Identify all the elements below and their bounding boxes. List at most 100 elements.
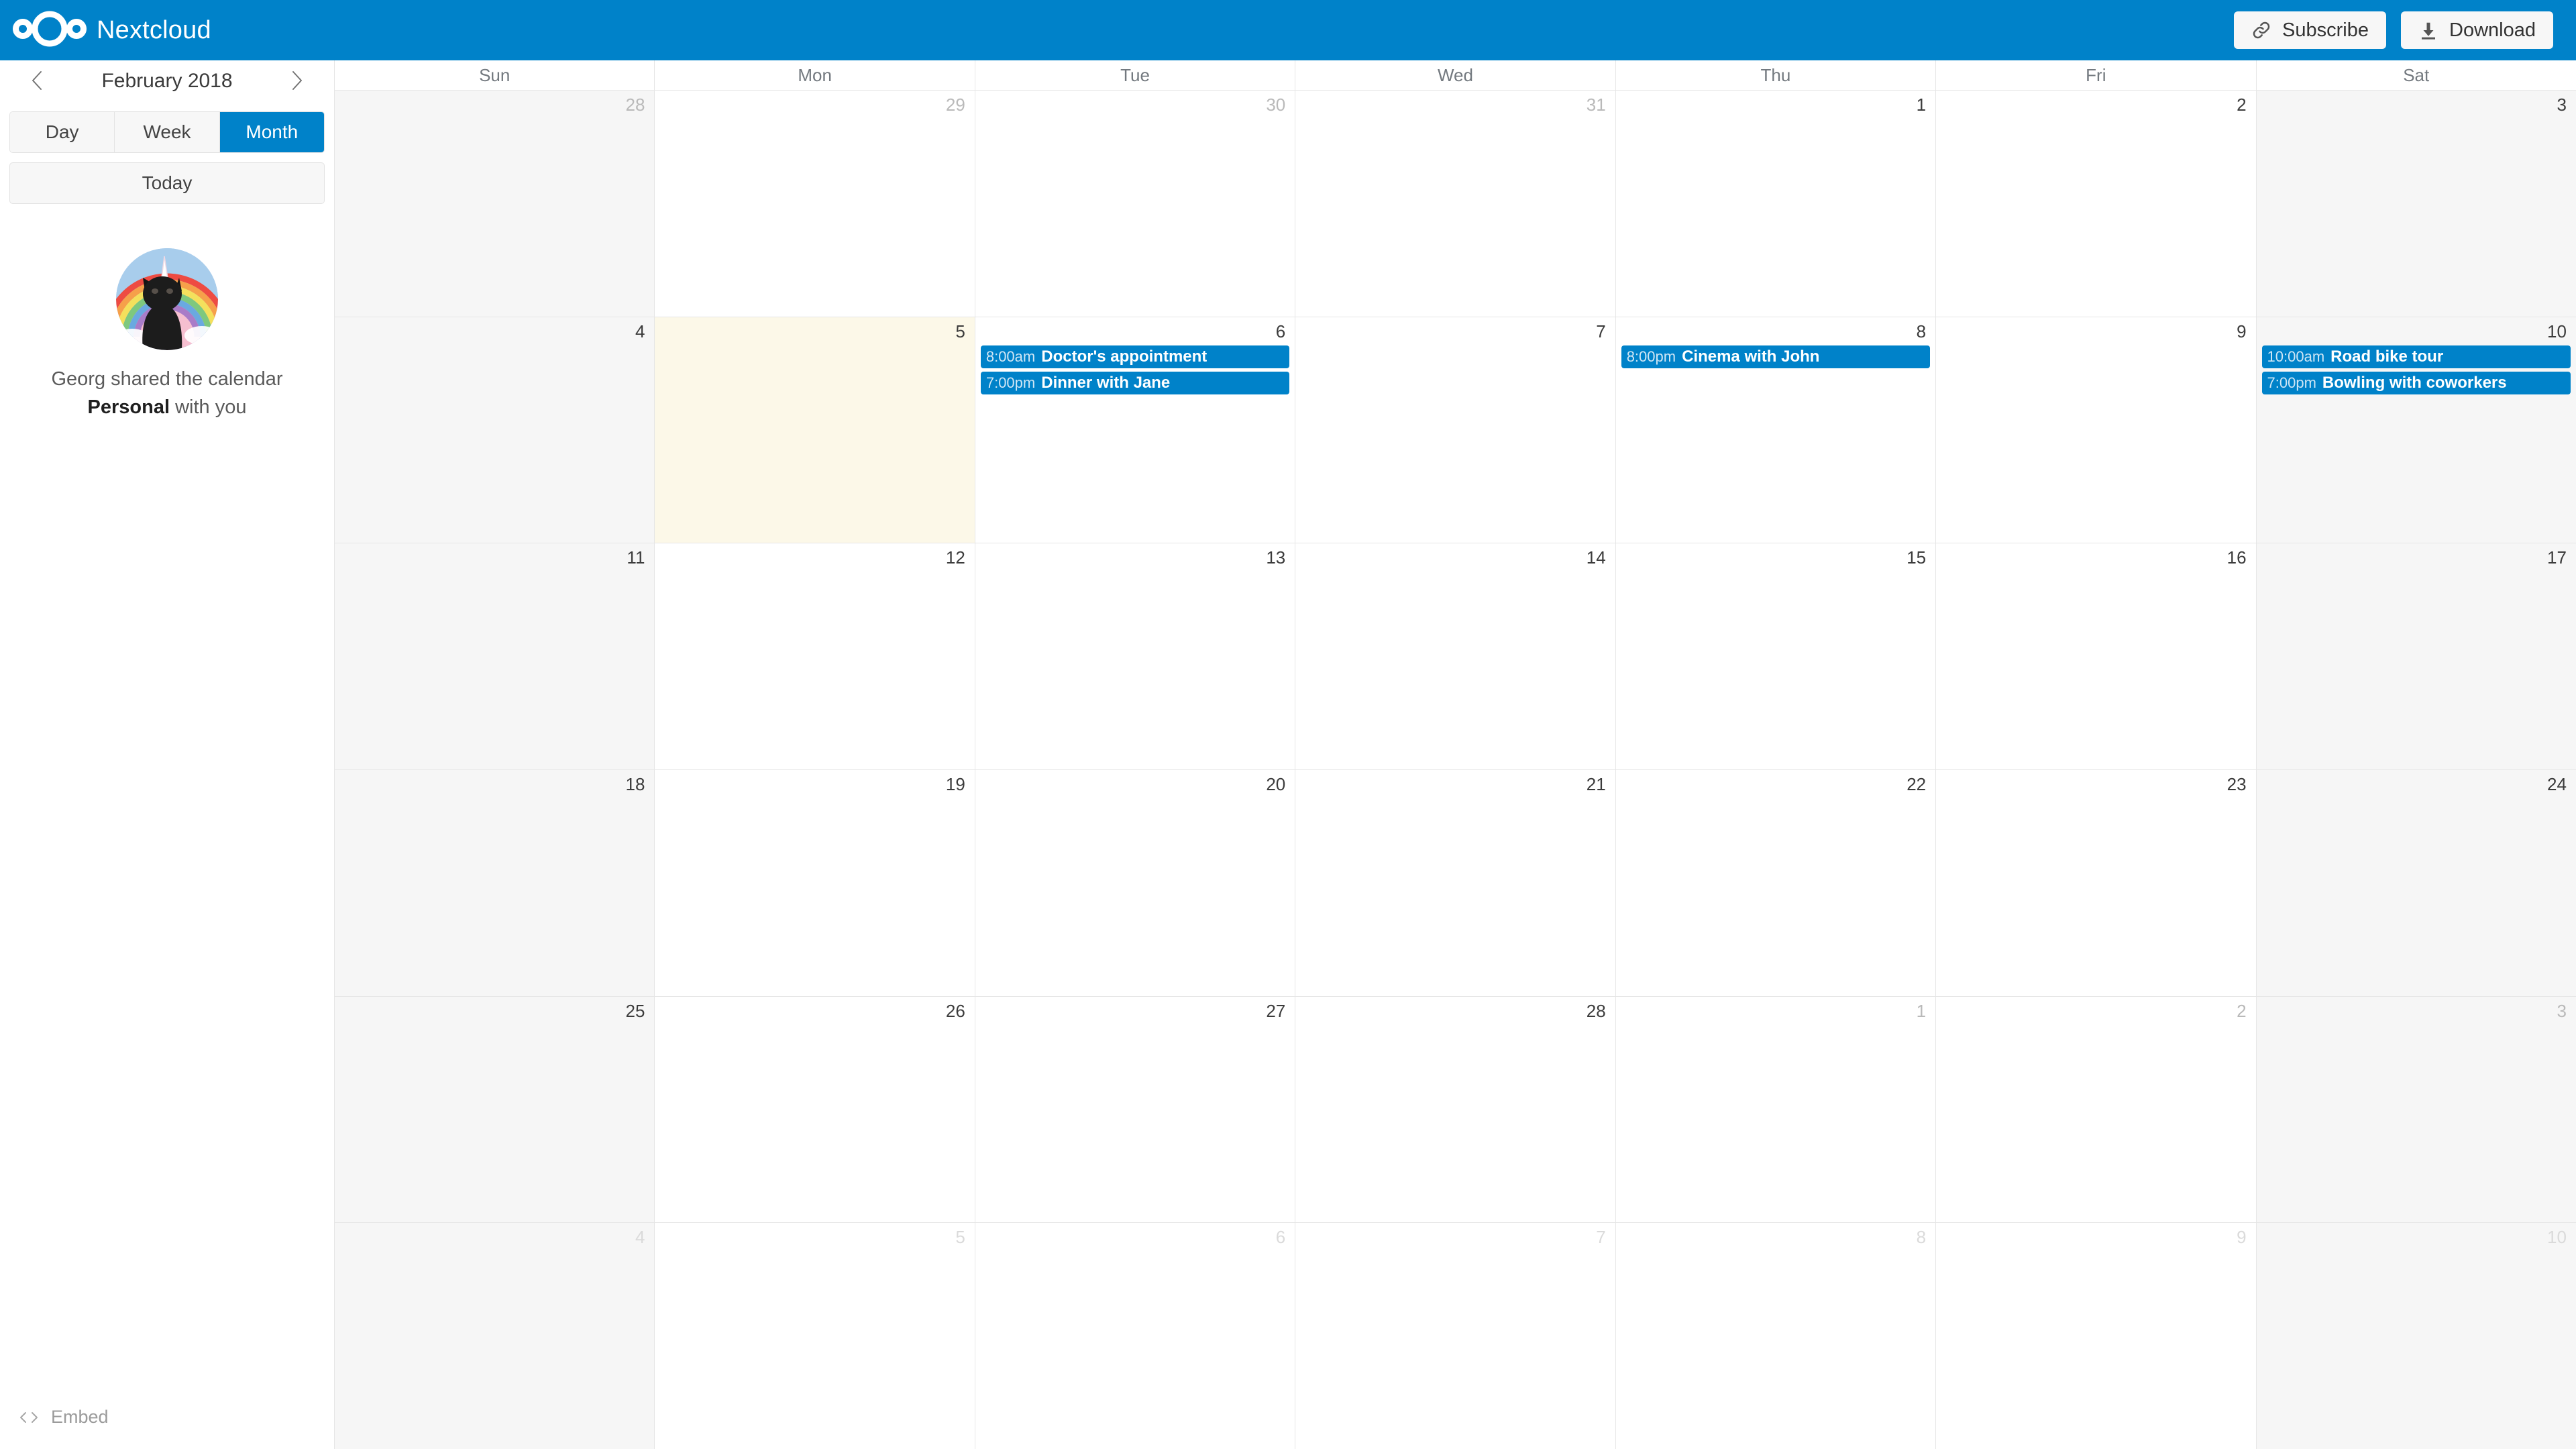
calendar-week-row: 18 19 20 21 22 23 24 xyxy=(335,770,2576,997)
event-title: Doctor's appointment xyxy=(1041,347,1208,366)
day-number: 20 xyxy=(1266,774,1286,795)
embed-link[interactable]: Embed xyxy=(19,1407,109,1428)
day-number: 1 xyxy=(1916,95,1927,115)
day-cell[interactable]: 8 8:00pm Cinema with John xyxy=(1615,317,1937,543)
day-cell[interactable]: 27 xyxy=(975,996,1296,1223)
day-cell[interactable]: 22 xyxy=(1615,770,1937,996)
event-time: 8:00am xyxy=(985,347,1036,365)
calendar-event[interactable]: 10:00am Road bike tour xyxy=(2261,345,2571,368)
day-cell[interactable]: 10 xyxy=(2256,1223,2576,1449)
view-switcher: Day Week Month xyxy=(9,111,325,153)
view-button-month[interactable]: Month xyxy=(219,112,324,152)
day-cell[interactable]: 3 xyxy=(2256,996,2576,1223)
day-cell[interactable]: 23 xyxy=(1936,770,2257,996)
day-cell[interactable]: 18 xyxy=(335,770,655,996)
day-cell[interactable]: 5 xyxy=(655,1223,975,1449)
calendar-week-row: 28 29 30 31 1 2 3 xyxy=(335,91,2576,317)
day-number: 2 xyxy=(2237,95,2247,115)
day-cell[interactable]: 13 xyxy=(975,543,1296,770)
day-number: 25 xyxy=(625,1000,645,1021)
day-cell[interactable]: 19 xyxy=(655,770,975,996)
brand-home-link[interactable]: Nextcloud xyxy=(0,0,211,60)
day-cell[interactable]: 9 xyxy=(1936,317,2257,543)
day-cell[interactable]: 28 xyxy=(1295,996,1616,1223)
day-cell[interactable]: 6 8:00am Doctor's appointment 7:00pm Dinner … xyxy=(975,317,1296,543)
day-cell[interactable]: 17 xyxy=(2256,543,2576,770)
share-message-suffix: with you xyxy=(175,396,247,418)
subscribe-button-label: Subscribe xyxy=(2282,19,2369,41)
app-header: Nextcloud Subscribe Download xyxy=(0,0,2576,60)
day-number: 6 xyxy=(1275,321,1286,341)
day-cell[interactable]: 7 xyxy=(1295,1223,1616,1449)
day-cell[interactable]: 12 xyxy=(655,543,975,770)
today-button[interactable]: Today xyxy=(9,162,325,204)
day-number: 12 xyxy=(945,547,965,568)
day-number: 15 xyxy=(1907,547,1927,568)
day-cell[interactable]: 2 xyxy=(1936,91,2257,317)
day-number: 6 xyxy=(1275,1227,1286,1248)
download-button[interactable]: Download xyxy=(2401,11,2553,49)
day-cell[interactable]: 20 xyxy=(975,770,1296,996)
day-number: 8 xyxy=(1916,1227,1927,1248)
day-number: 10 xyxy=(2547,321,2567,341)
day-cell[interactable]: 1 xyxy=(1615,996,1937,1223)
day-cell[interactable]: 11 xyxy=(335,543,655,770)
share-message-prefix: Georg shared the calendar xyxy=(51,368,283,390)
day-cell[interactable]: 28 xyxy=(335,91,655,317)
view-button-day[interactable]: Day xyxy=(10,112,115,152)
day-cell[interactable]: 31 xyxy=(1295,91,1616,317)
day-number: 26 xyxy=(945,1000,965,1021)
day-number: 7 xyxy=(1596,1227,1606,1248)
day-number: 24 xyxy=(2547,774,2567,795)
day-cell[interactable]: 14 xyxy=(1295,543,1616,770)
day-cell[interactable]: 25 xyxy=(335,996,655,1223)
unicorn-cat-avatar-icon xyxy=(116,248,218,350)
view-button-week[interactable]: Week xyxy=(115,112,220,152)
subscribe-button[interactable]: Subscribe xyxy=(2234,11,2387,49)
event-title: Dinner with Jane xyxy=(1041,373,1171,392)
day-cell[interactable]: 10 10:00am Road bike tour 7:00pm Bowling wit… xyxy=(2256,317,2576,543)
day-cell[interactable]: 29 xyxy=(655,91,975,317)
day-cell[interactable]: 4 xyxy=(335,1223,655,1449)
day-cell[interactable]: 4 xyxy=(335,317,655,543)
day-cell[interactable]: 30 xyxy=(975,91,1296,317)
nextcloud-logo-icon xyxy=(12,8,87,53)
day-number: 11 xyxy=(627,547,645,568)
day-number: 23 xyxy=(2226,774,2247,795)
link-icon xyxy=(2251,20,2271,40)
calendar-event[interactable]: 7:00pm Dinner with Jane xyxy=(980,371,1290,394)
calendar-event[interactable]: 7:00pm Bowling with coworkers xyxy=(2261,371,2571,394)
day-cell[interactable]: 8 xyxy=(1615,1223,1937,1449)
event-title: Bowling with coworkers xyxy=(2322,373,2507,392)
day-cell[interactable]: 5 xyxy=(655,317,975,543)
day-cell[interactable]: 26 xyxy=(655,996,975,1223)
code-brackets-icon xyxy=(19,1410,39,1425)
day-events: 10:00am Road bike tour 7:00pm Bowling with … xyxy=(2257,345,2576,394)
day-cell[interactable]: 21 xyxy=(1295,770,1616,996)
day-cell[interactable]: 1 xyxy=(1615,91,1937,317)
weekday-header-tue: Tue xyxy=(975,60,1296,90)
day-number: 17 xyxy=(2547,547,2567,568)
day-cell[interactable]: 3 xyxy=(2256,91,2576,317)
day-cell[interactable]: 2 xyxy=(1936,996,2257,1223)
sidebar: February 2018 Day Week Month Today Georg… xyxy=(0,60,334,1449)
day-number: 29 xyxy=(945,95,965,115)
next-period-button[interactable] xyxy=(283,65,310,97)
prev-period-button[interactable] xyxy=(24,65,51,97)
day-number: 10 xyxy=(2547,1227,2567,1248)
day-number: 28 xyxy=(1586,1000,1606,1021)
day-number: 3 xyxy=(2557,1000,2567,1021)
day-cell[interactable]: 16 xyxy=(1936,543,2257,770)
day-cell[interactable]: 24 xyxy=(2256,770,2576,996)
day-number: 4 xyxy=(635,1227,645,1248)
day-number: 9 xyxy=(2237,1227,2247,1248)
day-number: 19 xyxy=(945,774,965,795)
calendar-event[interactable]: 8:00am Doctor's appointment xyxy=(980,345,1290,368)
chevron-left-icon xyxy=(29,68,46,95)
day-number: 3 xyxy=(2557,95,2567,115)
day-cell[interactable]: 7 xyxy=(1295,317,1616,543)
calendar-event[interactable]: 8:00pm Cinema with John xyxy=(1621,345,1931,368)
day-cell[interactable]: 9 xyxy=(1936,1223,2257,1449)
day-cell[interactable]: 15 xyxy=(1615,543,1937,770)
day-cell[interactable]: 6 xyxy=(975,1223,1296,1449)
